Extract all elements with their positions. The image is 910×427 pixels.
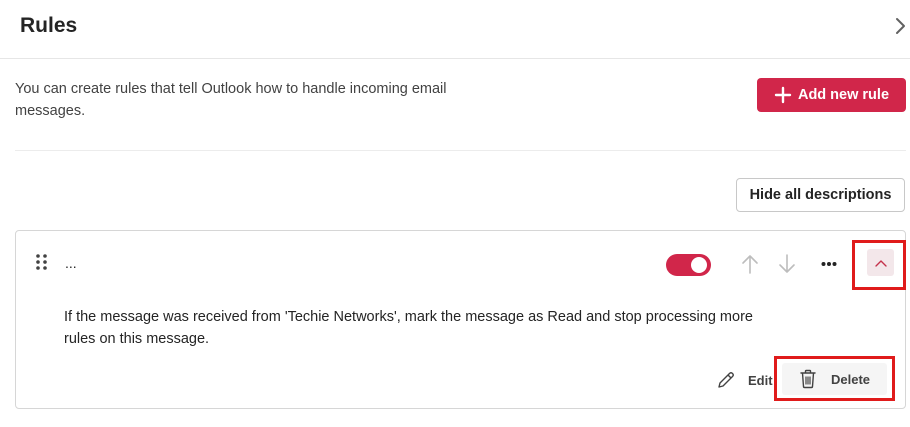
drag-handle-icon[interactable] — [35, 254, 49, 270]
arrow-down-icon — [779, 254, 795, 273]
move-down-button[interactable] — [776, 253, 798, 275]
page-title: Rules — [20, 14, 78, 37]
rule-enabled-toggle[interactable] — [666, 254, 711, 276]
more-horizontal-icon — [821, 262, 837, 266]
delete-label: Delete — [830, 371, 871, 387]
edit-button[interactable]: Edit — [716, 369, 773, 391]
chevron-right-icon[interactable] — [894, 14, 908, 38]
delete-button[interactable]: Delete — [782, 363, 887, 395]
add-new-rule-button[interactable]: Add new rule — [757, 78, 906, 112]
rule-card: ... If the message was received from 'Te… — [15, 230, 906, 409]
header: Rules — [0, 0, 910, 59]
more-options-button[interactable] — [818, 253, 840, 275]
rules-description: You can create rules that tell Outlook h… — [15, 81, 447, 119]
collapse-button[interactable] — [867, 249, 894, 276]
pencil-icon — [718, 372, 734, 388]
divider — [15, 150, 906, 151]
trash-icon — [800, 369, 816, 389]
toggle-knob — [691, 257, 707, 273]
edit-label: Edit — [748, 372, 773, 388]
hide-all-descriptions-button[interactable]: Hide all descriptions — [736, 178, 905, 212]
arrow-up-icon — [742, 255, 758, 274]
move-up-button[interactable] — [739, 253, 761, 275]
rule-name: ... — [65, 255, 77, 271]
add-new-rule-label: Add new rule — [797, 87, 890, 103]
plus-icon — [774, 86, 792, 104]
chevron-up-icon — [874, 259, 887, 267]
rule-description: If the message was received from 'Techie… — [64, 309, 753, 347]
rules-settings-page: Rules You can create rules that tell Out… — [0, 0, 910, 427]
